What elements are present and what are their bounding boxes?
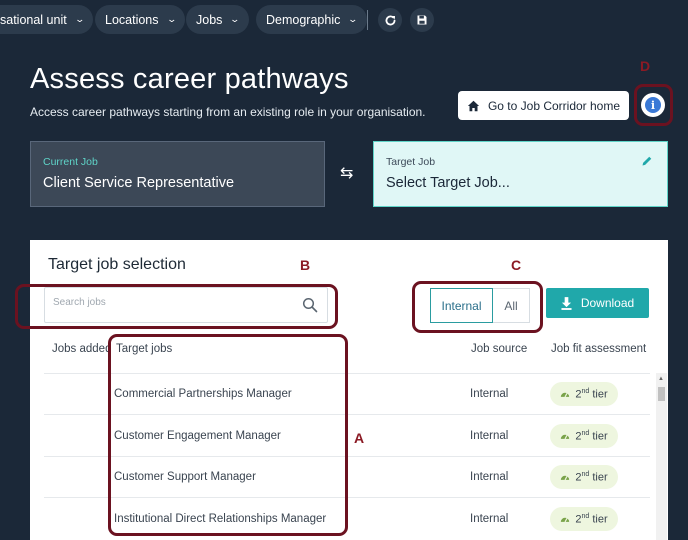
filter-demographic[interactable]: Demographic ⌄ [256,5,367,34]
job-source: Internal [470,388,509,400]
annotation-box-d [634,84,673,126]
filter-organisational-unit[interactable]: sational unit ⌄ [0,5,94,34]
save-icon [417,15,427,25]
gauge-icon [561,434,570,440]
annotation-label-b: B [300,257,311,273]
filter-label: Demographic [266,12,341,27]
annotation-box-c [412,281,543,333]
current-job-label: Current Job [43,156,98,168]
page-title: Assess career pathways [30,63,349,95]
annotation-label-a: A [354,430,365,446]
job-source: Internal [470,471,509,483]
current-job-card[interactable]: Current Job Client Service Representativ… [30,141,325,207]
annotation-label-d: D [640,58,651,74]
tier-suffix: nd [581,429,590,437]
gauge-icon [561,475,570,481]
scroll-thumb[interactable] [658,387,665,401]
refresh-button[interactable] [378,8,402,32]
target-job-label: Target Job [386,156,436,168]
pencil-icon[interactable] [641,155,653,167]
save-button[interactable] [410,8,434,32]
job-source: Internal [470,513,509,525]
job-corridor-home-button[interactable]: Go to Job Corridor home [458,91,629,120]
refresh-icon [385,15,395,25]
annotation-label-c: C [511,257,522,273]
panel-title: Target job selection [48,256,186,273]
filter-label: sational unit [0,12,67,27]
filter-locations[interactable]: Locations ⌄ [95,5,186,34]
target-job-value: Select Target Job... [386,175,510,191]
job-source: Internal [470,430,509,442]
tier-badge: 2nd tier [550,382,618,406]
column-header-jobs-added: Jobs added [52,343,112,355]
chevron-down-icon: ⌄ [347,14,359,24]
page-subtitle: Access career pathways starting from an … [30,105,426,119]
annotation-box-b [15,284,338,329]
column-header-job-fit[interactable]: Job fit assessment [551,343,646,355]
tier-badge: 2nd tier [550,465,618,489]
download-button[interactable]: Download [546,288,649,318]
tier-suffix: nd [581,387,590,395]
job-corridor-home-label: Go to Job Corridor home [487,98,621,113]
chevron-down-icon: ⌄ [166,14,177,24]
filter-label: Locations [105,12,159,27]
tier-badge: 2nd tier [550,507,618,531]
home-icon [467,100,480,111]
filter-label: Jobs [196,12,223,27]
download-icon [561,296,572,310]
tier-suffix: nd [581,470,590,478]
chevron-down-icon: ⌄ [74,14,85,24]
table-scrollbar[interactable]: ▲ [656,373,667,540]
tier-word: tier [592,471,608,484]
gauge-icon [561,392,570,398]
column-header-job-source[interactable]: Job source [471,343,527,355]
tier-word: tier [592,388,608,401]
scroll-up-icon[interactable]: ▲ [658,376,664,382]
tier-word: tier [592,430,608,443]
target-job-card[interactable]: Target Job Select Target Job... [373,141,668,207]
download-label: Download [580,296,635,310]
tier-word: tier [592,513,608,526]
gauge-icon [561,517,570,523]
annotation-box-a [108,334,348,536]
filter-bar: sational unit ⌄ Locations ⌄ Jobs ⌄ Demog… [0,5,688,35]
tier-badge: 2nd tier [550,424,618,448]
tier-suffix: nd [581,512,590,520]
current-job-value: Client Service Representative [43,175,235,191]
chevron-down-icon: ⌄ [229,14,241,24]
filter-jobs[interactable]: Jobs ⌄ [186,5,249,34]
swap-icon[interactable]: ⇆ [340,163,353,183]
toolbar-divider [367,10,368,30]
